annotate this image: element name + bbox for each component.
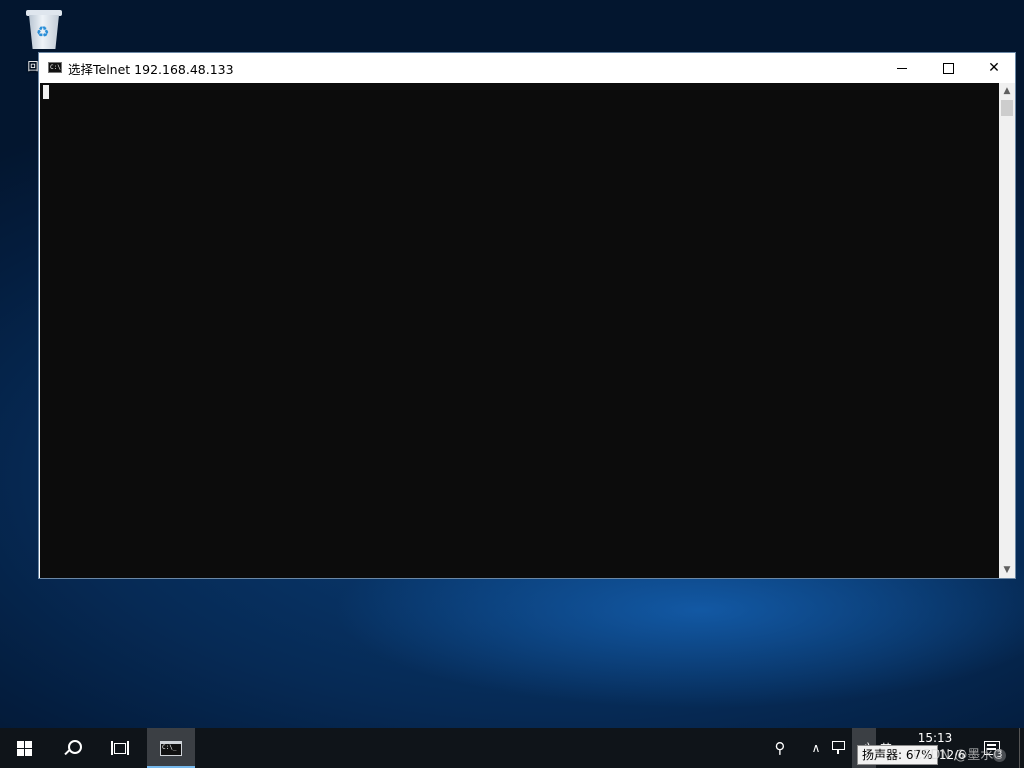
- start-button[interactable]: [0, 728, 48, 768]
- close-button[interactable]: ✕: [971, 53, 1017, 83]
- scroll-down-arrow-icon[interactable]: ▼: [999, 562, 1015, 578]
- maximize-icon: [942, 62, 954, 74]
- minimize-icon: [897, 67, 907, 69]
- people-icon[interactable]: ⚲: [768, 728, 792, 768]
- minimize-button[interactable]: [879, 53, 925, 83]
- chevron-up-icon[interactable]: ∧: [806, 728, 826, 768]
- window-title: 选择Telnet 192.168.48.133: [68, 62, 234, 77]
- title-bar[interactable]: C:\. 选择Telnet 192.168.48.133 ✕: [39, 53, 1015, 83]
- recycle-bin-icon: ♻: [24, 6, 64, 52]
- show-desktop-button[interactable]: [1019, 728, 1024, 768]
- search-icon: [63, 739, 82, 757]
- volume-tooltip: 扬声器: 67%: [857, 745, 938, 765]
- console-area[interactable]: [40, 83, 999, 578]
- telnet-window: C:\. 选择Telnet 192.168.48.133 ✕ ▲ ▼: [38, 52, 1016, 579]
- network-button[interactable]: [829, 728, 851, 768]
- task-view-icon: [111, 741, 129, 755]
- action-center-button[interactable]: 3: [980, 728, 1006, 768]
- scroll-up-arrow-icon[interactable]: ▲: [999, 83, 1015, 99]
- vertical-scrollbar[interactable]: ▲ ▼: [999, 83, 1015, 578]
- cmd-icon: C:\_: [160, 740, 182, 756]
- maximize-button[interactable]: [925, 53, 971, 83]
- telnet-taskbar-button[interactable]: C:\_: [147, 728, 195, 768]
- windows-start-icon: [16, 740, 32, 756]
- network-icon: [832, 741, 848, 755]
- scrollbar-thumb[interactable]: [1001, 100, 1013, 116]
- notification-count-badge: 3: [993, 749, 1006, 762]
- search-button[interactable]: [48, 728, 96, 768]
- cmd-icon: C:\.: [48, 62, 65, 73]
- close-icon: ✕: [988, 60, 1000, 76]
- task-view-button[interactable]: [96, 728, 144, 768]
- text-cursor: [43, 85, 49, 99]
- desktop: ♻ 回收站 C:\. 选择Telnet 192.168.48.133 ✕ ▲ ▼: [0, 0, 1024, 728]
- notification-icon: 3: [984, 741, 1006, 762]
